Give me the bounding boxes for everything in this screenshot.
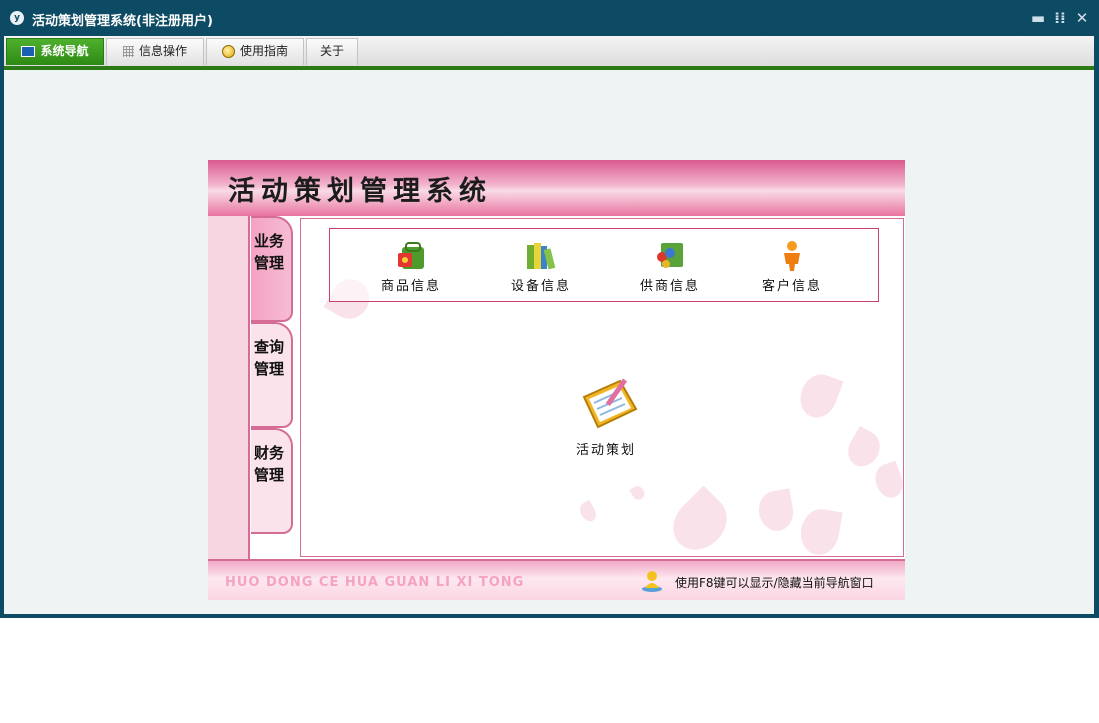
side-tab-label: 查询管理: [253, 338, 284, 378]
tab-label: 信息操作: [138, 44, 187, 58]
tab-about[interactable]: 关于: [306, 38, 358, 65]
notepad-pen-icon: [570, 375, 642, 437]
user-hint-icon: [639, 569, 665, 593]
side-tab-label: 业务管理: [253, 232, 284, 272]
product-bag-icon: [394, 239, 428, 273]
side-tab-business[interactable]: 业务管理: [251, 216, 293, 322]
restore-button[interactable]: ⁞⁞: [1051, 8, 1069, 28]
help-icon: [221, 45, 235, 58]
supplier-info-button[interactable]: 供商信息: [625, 233, 715, 294]
petal-decoration: [870, 460, 903, 502]
panel-header: 活动策划管理系统: [208, 160, 905, 216]
petal-decoration: [794, 369, 844, 423]
quick-item-label: 供商信息: [639, 279, 700, 294]
close-button[interactable]: ✕: [1073, 8, 1091, 28]
tab-label: 系统导航: [40, 44, 89, 58]
panel-footer: HUO DONG CE HUA GUAN LI XI TONG 使用F8键可以显…: [208, 559, 905, 600]
quick-item-label: 客户信息: [761, 279, 822, 294]
equipment-books-icon: [524, 239, 558, 273]
customer-person-icon: [775, 239, 809, 273]
tab-label: 关于: [319, 44, 344, 58]
main-item-label: 活动策划: [575, 443, 636, 458]
app-logo-icon: y: [10, 11, 24, 25]
content-area: 商品信息 设备信息 供商信息 客户信息 活动策划: [300, 218, 904, 557]
side-tab-label: 财务管理: [253, 444, 284, 484]
petal-decoration: [842, 425, 886, 473]
product-info-button[interactable]: 商品信息: [366, 233, 456, 294]
monitor-icon: [21, 46, 36, 57]
window-title: 活动策划管理系统(非注册用户): [32, 14, 213, 29]
quick-access-box: 商品信息 设备信息 供商信息 客户信息: [329, 228, 879, 302]
footer-hint: 使用F8键可以显示/隐藏当前导航窗口: [675, 576, 874, 590]
petal-decoration: [755, 488, 797, 534]
menu-bar: 系统导航 信息操作 使用指南 关于: [4, 36, 1094, 67]
equipment-info-button[interactable]: 设备信息: [496, 233, 586, 294]
petal-decoration: [629, 483, 647, 503]
quick-item-label: 设备信息: [510, 279, 571, 294]
quick-item-label: 商品信息: [380, 279, 441, 294]
supplier-icon: [653, 239, 687, 273]
navigation-panel: 活动策划管理系统 业务管理 查询管理 财务管理 商品信息 设备信息 供商信息 客…: [208, 160, 905, 600]
side-tab-finance[interactable]: 财务管理: [251, 428, 293, 534]
title-bar[interactable]: y 活动策划管理系统(非注册用户) ▬ ⁞⁞ ✕: [0, 0, 1099, 36]
side-tab-query[interactable]: 查询管理: [251, 322, 293, 428]
tab-info-operation[interactable]: 信息操作: [106, 38, 204, 65]
minimize-button[interactable]: ▬: [1029, 8, 1047, 28]
panel-title: 活动策划管理系统: [228, 176, 492, 207]
petal-decoration: [797, 506, 843, 556]
tab-label: 使用指南: [239, 44, 288, 58]
footer-pinyin: HUO DONG CE HUA GUAN LI XI TONG: [225, 575, 525, 590]
customer-info-button[interactable]: 客户信息: [747, 233, 837, 294]
petal-decoration: [576, 499, 600, 525]
app-window: y 活动策划管理系统(非注册用户) ▬ ⁞⁞ ✕ 系统导航 信息操作 使用指南 …: [0, 0, 1099, 618]
grid-icon: [122, 46, 134, 57]
activity-planning-button[interactable]: 活动策划: [561, 375, 651, 458]
tab-user-guide[interactable]: 使用指南: [206, 38, 304, 65]
tab-system-navigation[interactable]: 系统导航: [6, 38, 104, 65]
side-strip: [208, 216, 250, 559]
petal-decoration: [662, 485, 738, 556]
